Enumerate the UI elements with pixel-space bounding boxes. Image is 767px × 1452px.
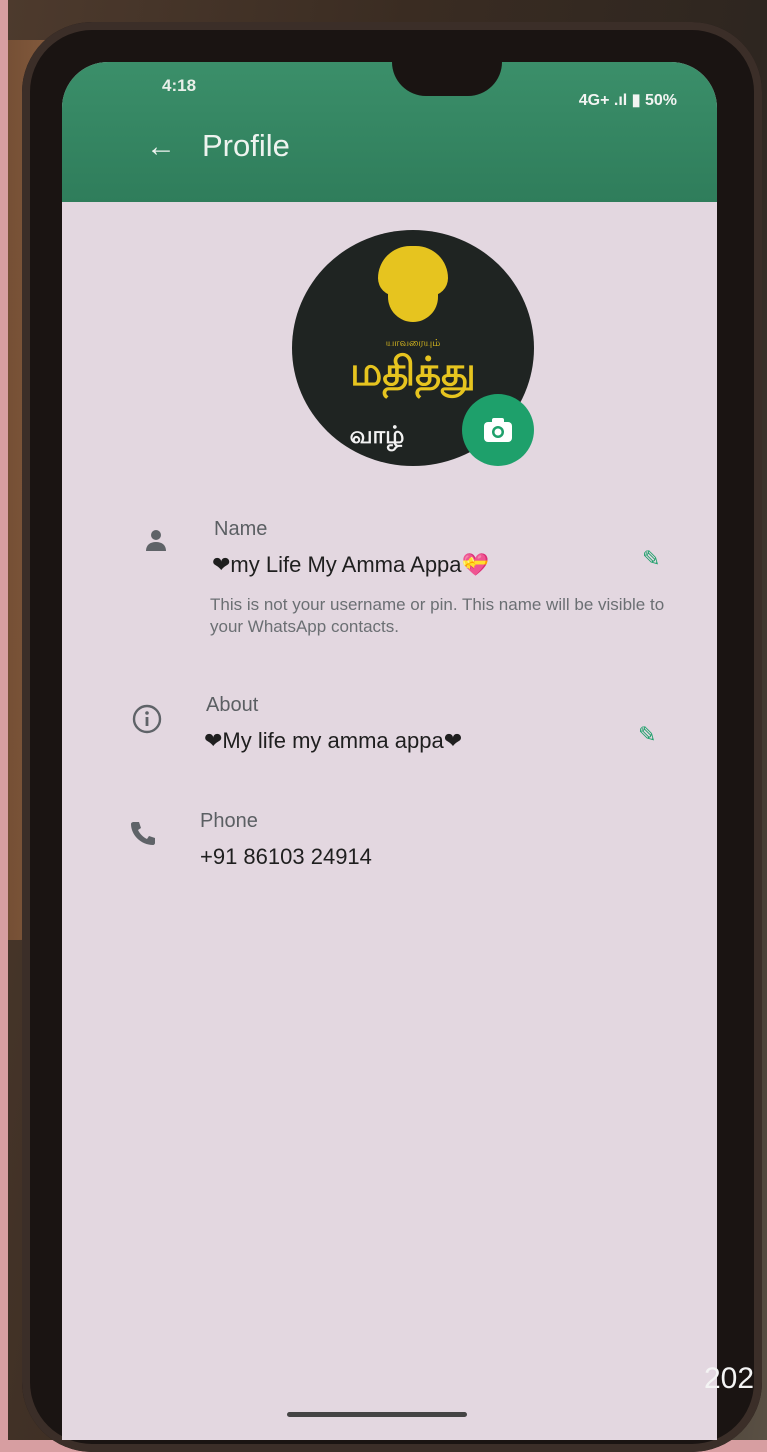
phone-value: +91 86103 24914 <box>200 844 372 869</box>
home-indicator[interactable] <box>287 1412 467 1417</box>
camera-icon <box>484 418 512 442</box>
about-value: ❤My life my amma appa❤ <box>204 728 463 753</box>
app-bar: 4:18 4G+ .ıl ▮ 50% ← Profile <box>62 62 717 202</box>
phone-icon <box>131 822 155 845</box>
name-hint: This is not your username or pin. This n… <box>210 595 665 636</box>
pencil-icon[interactable]: ✎ <box>638 722 656 748</box>
about-label: About <box>206 694 259 716</box>
face-graphic <box>388 292 438 322</box>
network-label: 4G+ <box>578 92 610 109</box>
name-label: Name <box>214 518 268 540</box>
battery-icon: ▮ <box>631 92 641 109</box>
signal-icon: .ıl <box>613 92 628 109</box>
status-indicators: 4G+ .ıl ▮ 50% <box>579 90 677 110</box>
avatar-text-small: யாவரையும் <box>385 338 441 349</box>
photo-date-stamp: 202 <box>704 1362 755 1395</box>
status-time: 4:18 <box>162 76 197 95</box>
phone-label: Phone <box>200 810 258 832</box>
person-icon <box>146 530 166 551</box>
pencil-icon[interactable]: ✎ <box>642 546 660 572</box>
page-title: Profile <box>202 128 290 163</box>
info-icon <box>132 704 162 734</box>
back-arrow-icon[interactable]: ← <box>146 130 176 164</box>
avatar-text-big: மதித்து <box>350 350 476 394</box>
change-photo-button[interactable] <box>462 394 534 466</box>
battery-level: 50% <box>644 92 677 109</box>
camera-notch <box>392 62 502 96</box>
name-value: ❤my Life My Amma Appa💝 <box>212 552 489 577</box>
turban-graphic <box>378 246 448 296</box>
avatar-text-mid: வாழ் <box>349 422 405 449</box>
phone-screen: 4:18 4G+ .ıl ▮ 50% ← Profile யாவரையும் ம… <box>62 62 717 1440</box>
